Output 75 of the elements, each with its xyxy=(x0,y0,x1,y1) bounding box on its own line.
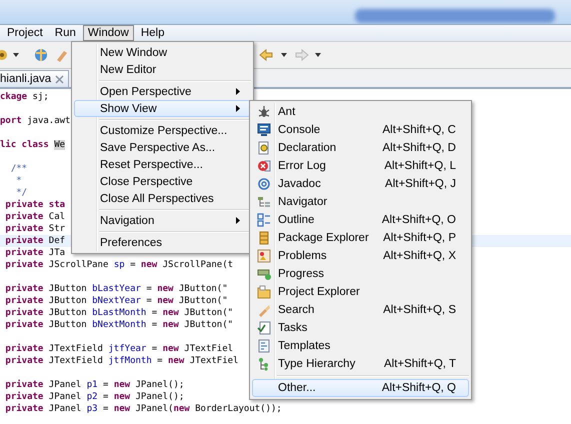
back-arrow-icon xyxy=(259,48,273,62)
menu-title[interactable]: Window xyxy=(82,25,134,41)
menu-item[interactable]: Open Perspective xyxy=(74,83,251,100)
code-line: private JPanel p2 = new JPanel(); xyxy=(4,391,184,403)
menu-item[interactable]: Console Alt+Shift+Q, C xyxy=(252,121,469,139)
menu-item[interactable]: Show View xyxy=(74,100,251,117)
menu-item[interactable]: Package Explorer Alt+Shift+Q, P xyxy=(252,229,469,247)
folder-icon xyxy=(257,285,271,299)
code-line: private JTextField jtfMonth = new JTextFiel xyxy=(4,355,238,367)
menu-title[interactable]: Help xyxy=(136,25,170,41)
menu-title[interactable]: Run xyxy=(50,25,81,41)
code-line: private Cal xyxy=(4,211,66,223)
code-line: */ xyxy=(15,187,28,199)
editor-tab[interactable]: hianli.java xyxy=(0,70,70,87)
menu-item[interactable]: Ant xyxy=(252,103,469,121)
menu-item[interactable]: New Editor xyxy=(74,61,251,78)
monitor-icon xyxy=(257,123,271,137)
code-line: private JPanel p1 = new JPanel(); xyxy=(4,379,184,391)
menu-item[interactable]: Error Log Alt+Shift+Q, L xyxy=(252,157,469,175)
code-line: lic class We xyxy=(0,139,66,151)
code-line: private JButton bLastMonth = new JButton(" xyxy=(4,307,234,319)
template-icon xyxy=(257,339,271,353)
menu-title[interactable]: Project xyxy=(2,25,48,41)
code-line: private JScrollPane sp = new JScrollPane(t xyxy=(4,259,234,271)
close-icon xyxy=(55,74,64,84)
menu-item[interactable]: Close All Perspectives xyxy=(74,190,251,207)
document-icon xyxy=(257,141,271,155)
menu-item[interactable]: Other... Alt+Shift+Q, Q xyxy=(252,379,469,397)
menu-item[interactable]: Type Hierarchy Alt+Shift+Q, T xyxy=(252,355,469,373)
hierarchy-icon xyxy=(257,357,271,371)
error-icon xyxy=(257,159,271,173)
menu-item[interactable]: Project Explorer xyxy=(252,283,469,301)
outline-icon xyxy=(257,213,271,227)
menu-item[interactable]: Save Perspective As... xyxy=(74,139,251,156)
menu-item[interactable]: Progress xyxy=(252,265,469,283)
code-line: private JPanel p3 = new JPanel(new BorderLayout()); xyxy=(4,403,282,415)
problems-icon xyxy=(257,249,271,263)
menu-item[interactable]: Close Perspective xyxy=(74,173,251,190)
code-line: private JButton bNextMonth = new JButton(" xyxy=(4,319,234,331)
tree-icon xyxy=(257,195,271,209)
progress-icon xyxy=(257,267,271,281)
dropdown-caret-icon[interactable] xyxy=(281,53,287,57)
flashlight-icon xyxy=(257,303,271,317)
code-line: private Str xyxy=(4,223,66,235)
code-line: ckage sj; xyxy=(0,91,49,103)
code-line: private Def xyxy=(4,235,66,247)
code-line: port java.awt xyxy=(0,115,70,127)
menu-item[interactable]: Problems Alt+Shift+Q, X xyxy=(252,247,469,265)
code-line: private sta xyxy=(4,199,66,211)
code-line: private JTa xyxy=(4,247,66,259)
menu-item[interactable]: Templates xyxy=(252,337,469,355)
menu-item[interactable]: Tasks xyxy=(252,319,469,337)
menu-item[interactable]: Declaration Alt+Shift+Q, D xyxy=(252,139,469,157)
dropdown-caret-icon[interactable] xyxy=(13,53,19,57)
code-line: private JButton bNextYear = new JButton(" xyxy=(4,295,228,307)
menu-item[interactable]: Search Alt+Shift+Q, S xyxy=(252,301,469,319)
menu-item[interactable]: Preferences xyxy=(74,234,251,251)
package-icon xyxy=(257,231,271,245)
code-line: private JTextField jtfYear = new JTextFiel xyxy=(4,343,234,355)
menu-item[interactable]: Navigation xyxy=(74,212,251,229)
menu-item[interactable]: Reset Perspective... xyxy=(74,156,251,173)
code-line: private JButton bLastYear = new JButton(" xyxy=(4,283,228,295)
code-line: * xyxy=(15,175,22,187)
checklist-icon xyxy=(257,321,271,335)
globe-icon xyxy=(33,47,49,63)
menu-item[interactable]: Javadoc Alt+Shift+Q, J xyxy=(252,175,469,193)
dropdown-caret-icon[interactable] xyxy=(315,53,321,57)
pen-icon xyxy=(55,48,69,62)
code-line: /** xyxy=(10,163,28,175)
menu-item[interactable]: New Window xyxy=(74,44,251,61)
menu-item[interactable]: Customize Perspective... xyxy=(74,122,251,139)
menu-item[interactable]: Navigator xyxy=(252,193,469,211)
menu-item[interactable]: Outline Alt+Shift+Q, O xyxy=(252,211,469,229)
bug-icon xyxy=(257,105,271,119)
forward-arrow-icon xyxy=(295,48,309,62)
